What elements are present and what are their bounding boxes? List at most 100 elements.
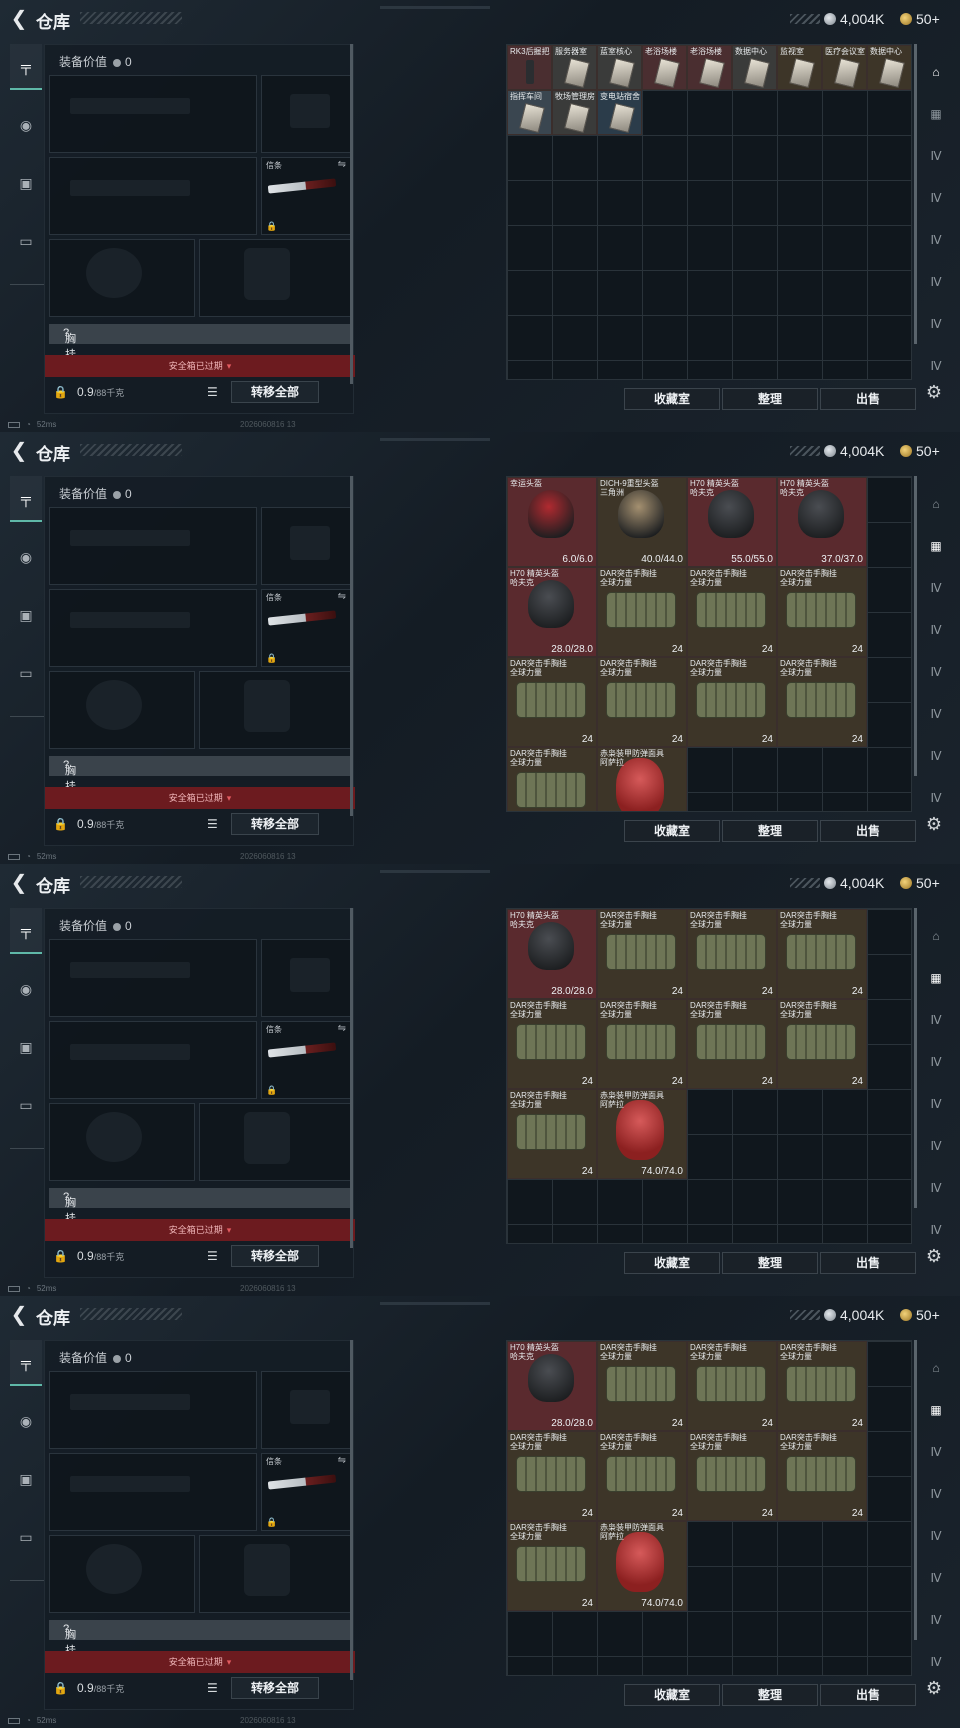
secondary-weapon-slot[interactable] [49,1021,257,1099]
bag-item-card[interactable]: DAR突击手胸挂 全球力量 24 [687,1431,777,1521]
tab-category-5[interactable]: Ⅳ [918,694,954,734]
safe-case-expired-bar[interactable]: 安全箱已过期 ▾ [45,787,355,809]
tab-category-6[interactable]: Ⅳ [918,1600,954,1640]
bag-item-card[interactable]: DAR突击手胸挂 全球力量 24 [687,909,777,999]
transfer-all-button[interactable]: 转移全部 [231,381,319,403]
silver-currency[interactable]: 4,004K [790,10,884,28]
tab-category-1[interactable]: ▦ [918,526,954,566]
tab-backpack[interactable]: ▣ [10,1456,42,1502]
tab-all[interactable]: ⌂ [918,484,954,524]
helmet-item-card[interactable]: H70 精英头盔 哈夫克 28.0/28.0 [507,567,597,657]
secondary-weapon-slot[interactable] [49,589,257,667]
gear-icon[interactable]: ⚙ [922,812,946,836]
bag-item-card[interactable]: DAR突击手胸挂 全球力量 24 [777,567,867,657]
melee-slot[interactable]: 信条 ⇋ 🔒 [261,589,351,667]
gear-icon[interactable]: ⚙ [922,380,946,404]
helmet-slot[interactable] [49,239,195,317]
bag-item-card[interactable]: DAR突击手胸挂 全球力量 24 [687,999,777,1089]
list-icon[interactable]: ☰ [207,1681,225,1697]
bag-item-card[interactable]: DAR突击手胸挂 全球力量 24 [597,999,687,1089]
list-icon[interactable]: ☰ [207,385,225,401]
tab-category-1[interactable]: ▦ [918,1390,954,1430]
bag-item-card[interactable]: DAR突击手胸挂 全球力量 24 [597,909,687,999]
chest-rig-row[interactable]: 胸挂? [49,1188,351,1225]
tab-category-6[interactable]: Ⅳ [918,304,954,344]
sell-button[interactable]: 出售 [820,1252,916,1274]
silver-currency[interactable]: 4,004K [790,442,884,460]
bag-item-card[interactable]: DAR突击手胸挂 全球力量 24 [687,1341,777,1431]
bag-item-card[interactable]: DAR突击手胸挂 全球力量 24 [507,1431,597,1521]
melee-slot[interactable]: 信条 ⇋ 🔒 [261,157,351,235]
swap-icon[interactable]: ⇋ [338,1023,346,1034]
tab-category-4[interactable]: Ⅳ [918,652,954,692]
swap-icon[interactable]: ⇋ [338,1455,346,1466]
bag-item-card[interactable]: DAR突击手胸挂 全球力量 24 [507,657,597,747]
mask-item-card[interactable]: 赤枭装甲防弹面具 阿萨拉 74.0/74.0 [597,1089,687,1179]
tab-category-1[interactable]: ▦ [918,958,954,998]
bag-item-card[interactable]: DAR突击手胸挂 全球力量 24 [597,657,687,747]
tab-category-1[interactable]: ▦ [918,94,954,134]
tab-category-4[interactable]: Ⅳ [918,220,954,260]
helmet-item-card[interactable]: H70 精英头盔 哈夫克 55.0/55.0 [687,477,777,567]
secondary-weapon-slot[interactable] [49,157,257,235]
bag-item-card[interactable]: DAR突击手胸挂 全球力量 [507,747,597,811]
mask-item-card[interactable]: 赤枭装甲防弹面具 阿萨拉 [597,747,687,811]
helmet-item-card[interactable]: H70 精英头盔 哈夫克 37.0/37.0 [777,477,867,567]
gold-currency[interactable]: 50+ [900,1306,940,1324]
transfer-all-button[interactable]: 转移全部 [231,1245,319,1267]
tab-all[interactable]: ⌂ [918,52,954,92]
tab-backpack[interactable]: ▣ [10,1024,42,1070]
organize-button[interactable]: 整理 [722,1252,818,1274]
armor-slot[interactable] [199,671,351,749]
tab-weapons[interactable]: ╤ [10,476,42,522]
safe-case-expired-bar[interactable]: 安全箱已过期 ▾ [45,1219,355,1241]
back-icon[interactable]: ❮ [8,440,30,462]
bag-item-card[interactable]: DAR突击手胸挂 全球力量 24 [507,999,597,1089]
tab-briefcase[interactable]: ▭ [10,218,42,264]
gold-currency[interactable]: 50+ [900,874,940,892]
tab-category-2[interactable]: Ⅳ [918,568,954,608]
helmet-item-card[interactable]: H70 精英头盔 哈夫克 28.0/28.0 [507,909,597,999]
helmet-slot[interactable] [49,1535,195,1613]
grid-scrollbar[interactable] [914,476,917,776]
tab-category-2[interactable]: Ⅳ [918,136,954,176]
tab-category-2[interactable]: Ⅳ [918,1000,954,1040]
equipment-scrollbar[interactable] [350,476,353,816]
bag-item-card[interactable]: DAR突击手胸挂 全球力量 24 [597,1431,687,1521]
bag-item-card[interactable]: DAR突击手胸挂 全球力量 24 [777,1431,867,1521]
bag-item-card[interactable]: DAR突击手胸挂 全球力量 24 [687,567,777,657]
back-icon[interactable]: ❮ [8,8,30,30]
back-icon[interactable]: ❮ [8,872,30,894]
melee-slot[interactable]: 信条 ⇋ 🔒 [261,1453,351,1531]
grid-scrollbar[interactable] [914,908,917,1208]
key-item-card[interactable]: 数据中心 [732,45,777,90]
safe-case-expired-bar[interactable]: 安全箱已过期 ▾ [45,355,355,377]
helmet-slot[interactable] [49,671,195,749]
list-icon[interactable]: ☰ [207,1249,225,1265]
tab-briefcase[interactable]: ▭ [10,650,42,696]
rk-item-card[interactable]: RK3后握把 [507,45,552,90]
chest-rig-row[interactable]: 胸挂? [49,756,351,793]
tab-weapons[interactable]: ╤ [10,908,42,954]
organize-button[interactable]: 整理 [722,388,818,410]
bag-item-card[interactable]: DAR突击手胸挂 全球力量 24 [597,1341,687,1431]
collection-room-button[interactable]: 收藏室 [624,388,720,410]
bag-item-card[interactable]: DAR突击手胸挂 全球力量 24 [507,1089,597,1179]
bag-item-card[interactable]: DAR突击手胸挂 全球力量 24 [777,1341,867,1431]
silver-currency[interactable]: 4,004K [790,874,884,892]
primary-weapon-slot[interactable] [49,507,257,585]
key-item-card[interactable]: 变电站宿舍 [597,90,642,135]
melee-slot[interactable]: 信条 ⇋ 🔒 [261,1021,351,1099]
list-icon[interactable]: ☰ [207,817,225,833]
tab-backpack[interactable]: ▣ [10,592,42,638]
chest-rig-row[interactable]: 胸挂? [49,1620,351,1657]
sell-button[interactable]: 出售 [820,820,916,842]
armor-slot[interactable] [199,1535,351,1613]
helmet-item-card[interactable]: DICH-9重型头盔 三角洲 40.0/44.0 [597,477,687,567]
key-item-card[interactable]: 老浴场楼 [642,45,687,90]
tab-category-3[interactable]: Ⅳ [918,610,954,650]
bag-item-card[interactable]: DAR突击手胸挂 全球力量 24 [777,657,867,747]
tab-all[interactable]: ⌂ [918,916,954,956]
tab-backpack[interactable]: ▣ [10,160,42,206]
silver-currency[interactable]: 4,004K [790,1306,884,1324]
